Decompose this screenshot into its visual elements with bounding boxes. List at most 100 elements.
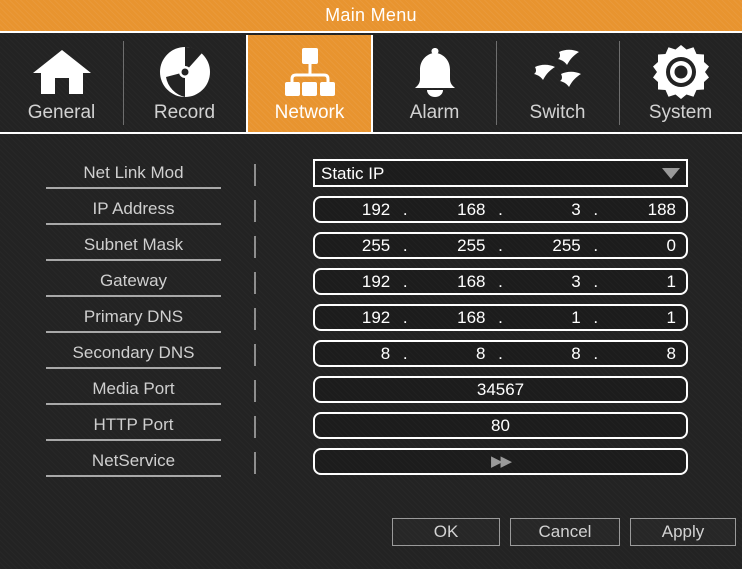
secondary-dns-octet-2[interactable]: 8 — [420, 345, 485, 362]
primary-dns-octet-4[interactable]: 1 — [611, 309, 676, 326]
ip-separator: . — [498, 344, 503, 363]
net-link-mod-select[interactable]: Static IP — [313, 159, 688, 187]
ok-button-label: OK — [433, 522, 459, 541]
tab-general-label: General — [27, 102, 96, 123]
label-underline — [46, 403, 221, 405]
network-icon — [281, 43, 339, 101]
subnet-mask-octet-2[interactable]: 255 — [420, 237, 485, 254]
secondary-dns-octet-3[interactable]: 8 — [516, 345, 580, 362]
label-underline — [46, 331, 221, 333]
tab-record-label: Record — [153, 102, 216, 123]
ip-separator: . — [593, 308, 599, 327]
media-port-label: Media Port — [46, 377, 221, 405]
ip-separator: . — [593, 344, 599, 363]
http-port-input[interactable]: 80 — [313, 412, 688, 439]
ip-address-octet-1[interactable]: 192 — [325, 201, 390, 218]
gateway-label: Gateway — [46, 269, 221, 297]
row-divider-tick — [254, 452, 256, 474]
tab-alarm[interactable]: Alarm — [373, 35, 496, 132]
ip-separator: . — [402, 308, 408, 327]
label-underline — [46, 439, 221, 441]
ip-separator: . — [498, 272, 503, 291]
http-port-value: 80 — [491, 416, 510, 435]
ip-address-octet-2[interactable]: 168 — [420, 201, 485, 218]
tab-network-label: Network — [274, 102, 345, 123]
gateway-octet-3[interactable]: 3 — [516, 273, 580, 290]
network-settings-form: Net Link Mod Static IP IP Address 192 . … — [0, 137, 742, 499]
ip-address-label: IP Address — [46, 197, 221, 225]
secondary-dns-label: Secondary DNS — [46, 341, 221, 369]
subnet-mask-octet-1[interactable]: 255 — [325, 237, 390, 254]
tab-record[interactable]: Record — [123, 35, 246, 132]
ok-button[interactable]: OK — [392, 518, 500, 546]
ip-separator: . — [593, 200, 599, 219]
subnet-mask-octet-4[interactable]: 0 — [611, 237, 676, 254]
primary-dns-octet-2[interactable]: 168 — [420, 309, 485, 326]
ip-separator: . — [498, 236, 503, 255]
tab-network[interactable]: Network — [246, 35, 373, 132]
row-divider-tick — [254, 344, 256, 366]
tab-general[interactable]: General — [0, 35, 123, 132]
secondary-dns-octet-4[interactable]: 8 — [611, 345, 676, 362]
dialog-footer: OK Cancel Apply — [0, 514, 742, 554]
row-divider-tick — [254, 416, 256, 438]
cancel-button[interactable]: Cancel — [510, 518, 620, 546]
ip-address-octet-3[interactable]: 3 — [516, 201, 580, 218]
gateway-octet-2[interactable]: 168 — [420, 273, 485, 290]
window-title-bar: Main Menu — [0, 0, 742, 33]
media-port-input[interactable]: 34567 — [313, 376, 688, 403]
ip-separator: . — [498, 308, 503, 327]
primary-dns-label: Primary DNS — [46, 305, 221, 333]
form-row-gateway: Gateway 192 . 168 . 3 . 1 — [0, 265, 742, 301]
cancel-button-label: Cancel — [538, 522, 592, 541]
row-divider-tick — [254, 236, 256, 258]
page-title: Main Menu — [325, 5, 417, 25]
row-divider-tick — [254, 272, 256, 294]
gateway-octet-4[interactable]: 1 — [611, 273, 676, 290]
secondary-dns-input[interactable]: 8 . 8 . 8 . 8 — [313, 340, 688, 367]
media-port-value: 34567 — [476, 380, 525, 399]
label-underline — [46, 475, 221, 477]
gear-icon — [652, 43, 709, 101]
net-link-mod-label: Net Link Mod — [46, 161, 221, 189]
ip-separator: . — [593, 272, 599, 291]
tab-system[interactable]: System — [619, 35, 742, 132]
label-underline — [46, 187, 221, 189]
ip-separator: . — [593, 236, 599, 255]
ip-address-octet-4[interactable]: 188 — [611, 201, 676, 218]
netservice-button[interactable]: ▶▶ — [313, 448, 688, 475]
ip-separator: . — [402, 200, 408, 219]
subnet-mask-octet-3[interactable]: 255 — [516, 237, 580, 254]
subnet-mask-input[interactable]: 255 . 255 . 255 . 0 — [313, 232, 688, 259]
tab-alarm-label: Alarm — [409, 102, 460, 123]
label-underline — [46, 259, 221, 261]
tab-switch[interactable]: Switch — [496, 35, 619, 132]
secondary-dns-octet-1[interactable]: 8 — [325, 345, 390, 362]
form-row-secondary-dns: Secondary DNS 8 . 8 . 8 . 8 — [0, 337, 742, 373]
chevron-down-icon[interactable] — [662, 167, 680, 179]
primary-dns-octet-1[interactable]: 192 — [325, 309, 390, 326]
ip-separator: . — [402, 344, 408, 363]
gateway-input[interactable]: 192 . 168 . 3 . 1 — [313, 268, 688, 295]
row-divider-tick — [254, 308, 256, 330]
main-tab-bar: General Record Network Alarm Switch Syst… — [0, 35, 742, 134]
form-row-primary-dns: Primary DNS 192 . 168 . 1 . 1 — [0, 301, 742, 337]
apply-button[interactable]: Apply — [630, 518, 736, 546]
disc-icon — [158, 43, 212, 101]
fast-forward-icon: ▶▶ — [490, 453, 512, 470]
primary-dns-octet-3[interactable]: 1 — [516, 309, 580, 326]
ip-address-input[interactable]: 192 . 168 . 3 . 188 — [313, 196, 688, 223]
row-divider-tick — [254, 380, 256, 402]
subnet-mask-label: Subnet Mask — [46, 233, 221, 261]
form-row-http-port: HTTP Port 80 — [0, 409, 742, 445]
form-row-subnet-mask: Subnet Mask 255 . 255 . 255 . 0 — [0, 229, 742, 265]
gateway-octet-1[interactable]: 192 — [325, 273, 390, 290]
main-menu-window: Main Menu General Record Network Alarm S… — [0, 0, 742, 569]
ip-separator: . — [402, 272, 408, 291]
ip-separator: . — [498, 200, 503, 219]
home-icon — [31, 43, 93, 101]
netservice-label: NetService — [46, 449, 221, 477]
form-row-ip-address: IP Address 192 . 168 . 3 . 188 — [0, 193, 742, 229]
primary-dns-input[interactable]: 192 . 168 . 1 . 1 — [313, 304, 688, 331]
apply-button-label: Apply — [661, 522, 705, 541]
